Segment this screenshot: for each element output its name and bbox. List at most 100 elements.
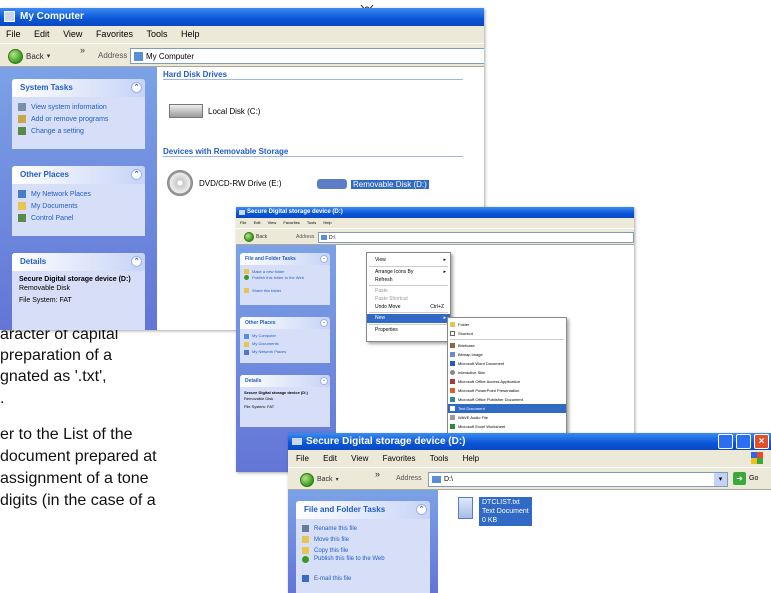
menu-item-paste-shortcut[interactable]: Paste Shortcut [367,295,450,303]
menu-file[interactable]: File [240,218,246,228]
file-item[interactable]: DTCLIST.txt Text Document 0 KB [458,497,532,526]
make-new-folder-link[interactable]: Make a new folder [244,268,326,275]
menu-item-paste[interactable]: Paste [367,287,450,295]
menu-edit[interactable]: Edit [34,26,50,43]
email-file-link[interactable]: E-mail this file [302,573,424,584]
add-remove-programs-link[interactable]: Add or remove programs [18,113,139,125]
panel-header[interactable]: System Tasks ⌃ [12,79,145,97]
bitmap-icon [450,352,455,357]
publish-folder-link[interactable]: Publish this folder to the Web [244,275,326,287]
menu-item-refresh[interactable]: Refresh [367,276,450,284]
menu-item-undo[interactable]: Undo Move Ctrl+Z [367,303,450,311]
minimize-button[interactable] [718,434,733,449]
collapse-chevron-icon[interactable]: ⌃ [131,256,142,267]
access-icon [450,379,455,384]
menu-tools[interactable]: Tools [146,26,167,43]
menu-favorites[interactable]: Favorites [383,450,416,467]
text-document-icon [450,406,455,411]
menu-file[interactable]: File [296,450,309,467]
dropdown-arrow-icon[interactable]: ▾ [714,473,727,486]
back-button[interactable]: Back ▾ [300,472,339,487]
toolbar: Back Address D:\ [236,228,634,245]
menu-edit[interactable]: Edit [323,450,337,467]
new-powerpoint-item[interactable]: Microsoft PowerPoint Presentation [448,386,566,395]
menu-favorites[interactable]: Favorites [96,26,133,43]
panel-header[interactable]: Details ⌃ [12,253,145,271]
menu-view[interactable]: View [268,218,277,228]
my-network-places-link[interactable]: My Network Places [244,348,326,356]
maximize-button[interactable] [736,434,751,449]
toolbar: Back ▾ » Address My Computer [0,43,484,67]
removable-disk-item[interactable]: Removable Disk (D:) [317,179,429,189]
new-wave-item[interactable]: WAVE Audio File [448,413,566,422]
new-excel-item[interactable]: Microsoft Excel Worksheet [448,422,566,431]
close-button[interactable]: × [754,434,769,449]
menu-view[interactable]: View [63,26,82,43]
panel-header[interactable]: File and Folder Tasks ⌃ [240,253,330,265]
secure-digital-window-file: Secure Digital storage device (D:) × Fil… [288,433,771,593]
new-access-item[interactable]: Microsoft Office Access Application [448,377,566,386]
change-setting-link[interactable]: Change a setting [18,125,139,137]
back-button[interactable]: Back ▾ [8,48,50,64]
go-button[interactable]: ➜ Go [733,472,758,485]
move-file-link[interactable]: Move this file [302,534,424,545]
publish-file-link[interactable]: Publish this file to the Web [302,556,424,573]
panel-header[interactable]: File and Folder Tasks ⌃ [296,501,430,519]
collapse-chevron-icon[interactable]: ⌃ [320,377,328,385]
menu-item-view[interactable]: View ▸ [367,256,450,265]
menu-help[interactable]: Help [463,450,479,467]
file-list-area[interactable]: DTCLIST.txt Text Document 0 KB [438,490,771,593]
forward-chevron-icon[interactable]: » [375,469,380,479]
my-documents-link[interactable]: My Documents [244,340,326,348]
new-text-document-item[interactable]: Text Document [448,404,566,413]
details-panel: Details ⌃ Secure Digital storage device … [240,375,330,427]
panel-header[interactable]: Other Places ⌃ [12,166,145,184]
new-word-item[interactable]: Microsoft Word Document [448,359,566,368]
my-computer-link[interactable]: My Computer [244,332,326,340]
address-input[interactable]: D:\ ▾ [428,472,728,487]
submenu-arrow-icon: ▸ [443,257,446,263]
forward-chevron-icon[interactable]: » [80,45,85,55]
menu-favorites[interactable]: Favorites [283,218,299,228]
menu-view[interactable]: View [351,450,368,467]
control-panel-link[interactable]: Control Panel [18,212,139,224]
copy-file-link[interactable]: Copy this file [302,545,424,556]
new-skin-item[interactable]: Interactive Skin [448,368,566,377]
rename-file-link[interactable]: Rename this file [302,523,424,534]
panel-header[interactable]: Other Places ⌃ [240,317,330,329]
new-shortcut-item[interactable]: Shortcut [448,329,566,338]
local-disk-item[interactable]: Local Disk (C:) [169,104,260,118]
collapse-chevron-icon[interactable]: ⌃ [320,319,328,327]
menu-edit[interactable]: Edit [254,218,261,228]
menu-item-arrange[interactable]: Arrange Icons By ▸ [367,268,450,276]
file-type: Text Document [482,508,529,515]
new-folder-item[interactable]: Folder [448,320,566,329]
back-arrow-icon [8,48,23,64]
my-network-places-link[interactable]: My Network Places [18,188,139,200]
menu-tools[interactable]: Tools [430,450,449,467]
view-system-info-link[interactable]: View system information [18,101,139,113]
menu-item-new[interactable]: New ▸ [367,314,450,323]
menu-help[interactable]: Help [181,26,200,43]
collapse-chevron-icon[interactable]: ⌃ [131,169,142,180]
menu-file[interactable]: File [6,26,21,43]
menu-tools[interactable]: Tools [307,218,316,228]
new-publisher-item[interactable]: Microsoft Office Publisher Document [448,395,566,404]
share-folder-link[interactable]: Share this folder [244,287,326,294]
collapse-chevron-icon[interactable]: ⌃ [320,255,328,263]
back-button[interactable]: Back [244,232,267,242]
title-bar[interactable]: Secure Digital storage device (D:) × [288,433,771,450]
collapse-chevron-icon[interactable]: ⌃ [131,82,142,93]
address-input[interactable]: My Computer [130,48,484,64]
menu-item-properties[interactable]: Properties [367,326,450,334]
new-briefcase-item[interactable]: Briefcase [448,341,566,350]
menu-help[interactable]: Help [323,218,331,228]
new-bitmap-item[interactable]: Bitmap Image [448,350,566,359]
my-documents-link[interactable]: My Documents [18,200,139,212]
collapse-chevron-icon[interactable]: ⌃ [416,504,427,515]
panel-header[interactable]: Details ⌃ [240,375,330,387]
dvd-drive-item[interactable]: DVD/CD-RW Drive (E:) [167,170,282,196]
address-input[interactable]: D:\ [318,232,634,243]
title-bar[interactable]: Secure Digital storage device (D:) [236,207,634,218]
title-bar[interactable]: My Computer [0,8,484,26]
